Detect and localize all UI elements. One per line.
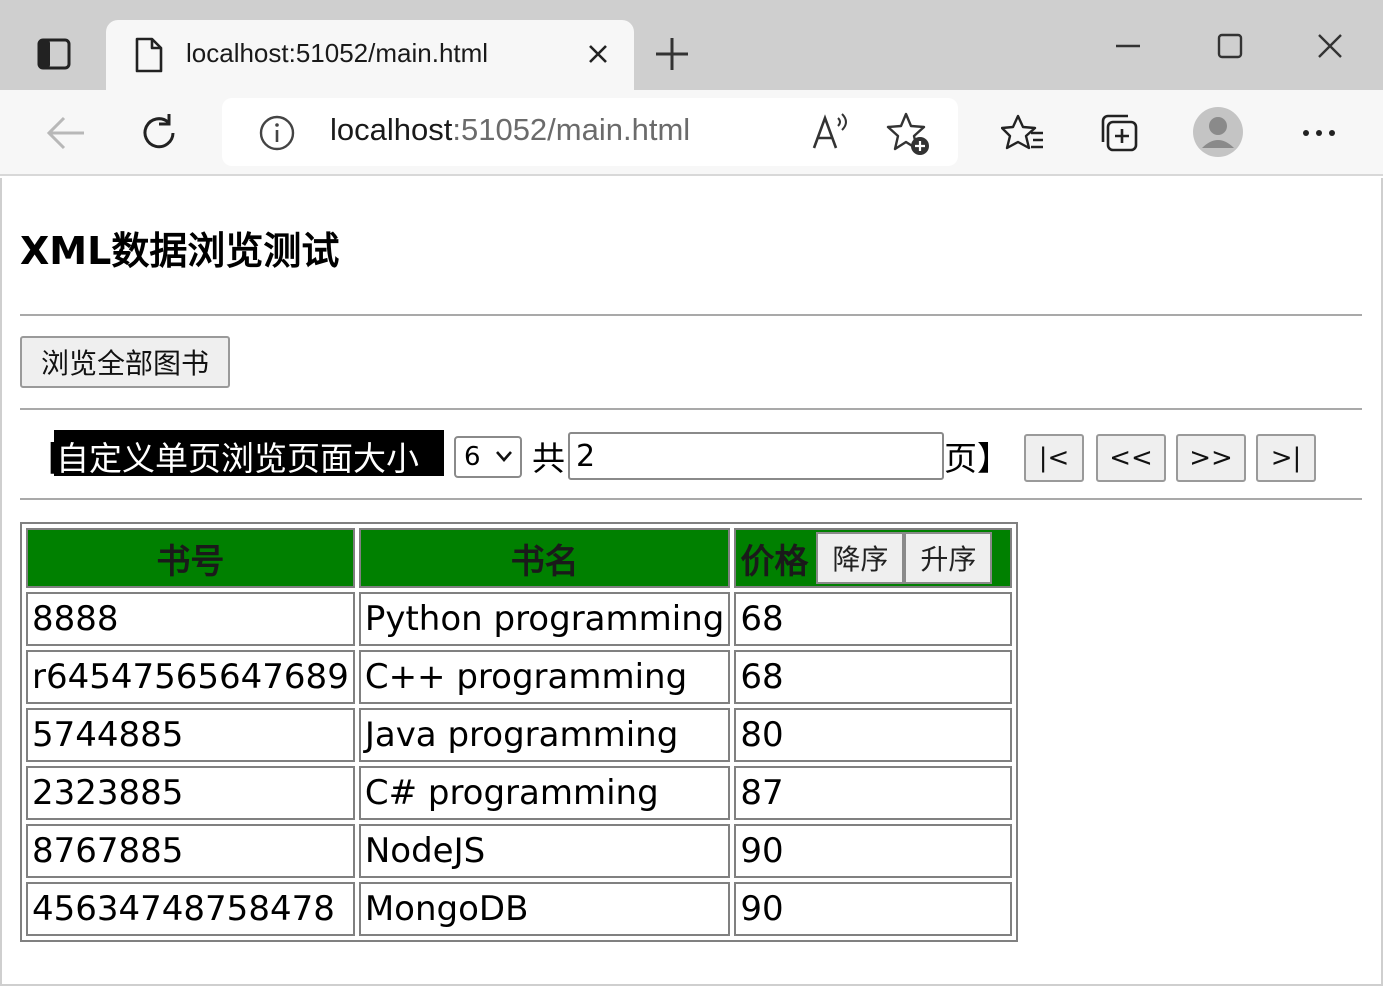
header-book-name: 书名 bbox=[358, 528, 731, 588]
more-icon bbox=[1303, 130, 1335, 136]
cell-price: 90 bbox=[734, 882, 1013, 936]
table-row: 8888 Python programming 68 bbox=[26, 592, 1013, 646]
cell-book-name: C# programming bbox=[358, 766, 731, 820]
maximize-icon[interactable] bbox=[1214, 30, 1246, 62]
header-price: 价格 降序 升序 bbox=[734, 528, 1013, 588]
cell-book-id: 2323885 bbox=[26, 766, 355, 820]
table-row: 2323885 C# programming 87 bbox=[26, 766, 1013, 820]
favorites-button[interactable] bbox=[996, 106, 1050, 160]
back-icon bbox=[46, 116, 84, 150]
first-page-button[interactable]: |< bbox=[1024, 434, 1084, 482]
profile-icon bbox=[1193, 107, 1243, 157]
reload-icon bbox=[143, 114, 175, 149]
more-button[interactable] bbox=[1292, 106, 1346, 160]
chevron-down-icon bbox=[496, 451, 512, 462]
page-size-label: 自定义单页浏览页面大小 bbox=[54, 430, 444, 476]
table-header-row: 书号 书名 价格 降序 升序 bbox=[26, 528, 1013, 588]
page-icon bbox=[135, 37, 163, 73]
browse-all-books-button[interactable]: 浏览全部图书 bbox=[20, 336, 230, 388]
divider bbox=[20, 314, 1362, 316]
table-row: r64547565647689 C++ programming 68 bbox=[26, 650, 1013, 704]
header-price-label: 价格 bbox=[740, 541, 809, 582]
total-pages-input[interactable] bbox=[568, 432, 944, 480]
back-button[interactable] bbox=[38, 106, 92, 160]
table-row: 45634748758478 MongoDB 90 bbox=[26, 882, 1013, 936]
pager-bar: 【 自定义单页浏览页面大小 6 共 页】 |< << >> >| bbox=[20, 430, 1350, 486]
divider bbox=[20, 498, 1362, 500]
cell-price: 68 bbox=[734, 650, 1013, 704]
cell-book-name: NodeJS bbox=[358, 824, 731, 878]
last-page-button[interactable]: >| bbox=[1256, 434, 1316, 482]
sort-descending-button[interactable]: 降序 bbox=[816, 532, 905, 584]
cell-book-id: r64547565647689 bbox=[26, 650, 355, 704]
table-row: 8767885 NodeJS 90 bbox=[26, 824, 1013, 878]
add-favorite-icon[interactable] bbox=[886, 110, 934, 158]
cell-book-name: Java programming bbox=[358, 708, 731, 762]
browser-toolbar: localhost:51052/main.html bbox=[0, 90, 1383, 176]
window-close-icon[interactable] bbox=[1314, 30, 1346, 62]
cell-price: 87 bbox=[734, 766, 1013, 820]
read-aloud-icon[interactable] bbox=[810, 110, 858, 154]
tab-strip: localhost:51052/main.html bbox=[0, 0, 1383, 92]
books-table: 书号 书名 价格 降序 升序 8888 Python programming 6… bbox=[20, 522, 1019, 942]
previous-page-button[interactable]: << bbox=[1096, 434, 1166, 482]
minimize-icon[interactable] bbox=[1112, 30, 1144, 62]
cell-price: 80 bbox=[734, 708, 1013, 762]
address-bar[interactable]: localhost:51052/main.html bbox=[222, 98, 958, 166]
pages-suffix: 页】 bbox=[944, 439, 1010, 478]
cell-book-id: 45634748758478 bbox=[26, 882, 355, 936]
header-book-id: 书号 bbox=[26, 528, 355, 588]
page-title: XML数据浏览测试 bbox=[20, 229, 340, 273]
page-size-select[interactable]: 6 bbox=[454, 436, 522, 478]
total-label: 共 bbox=[532, 439, 565, 478]
cell-book-name: C++ programming bbox=[358, 650, 731, 704]
cell-book-name: MongoDB bbox=[358, 882, 731, 936]
url-text[interactable]: localhost:51052/main.html bbox=[330, 112, 690, 148]
cell-book-id: 8888 bbox=[26, 592, 355, 646]
close-icon[interactable] bbox=[584, 40, 612, 68]
tab-actions-icon bbox=[37, 38, 71, 70]
page-size-value: 6 bbox=[464, 442, 481, 472]
info-icon[interactable] bbox=[258, 114, 296, 152]
tab-title: localhost:51052/main.html bbox=[186, 38, 489, 68]
cell-price: 68 bbox=[734, 592, 1013, 646]
active-tab[interactable]: localhost:51052/main.html bbox=[106, 20, 634, 92]
collections-button[interactable] bbox=[1092, 106, 1146, 160]
window-border bbox=[0, 178, 2, 986]
next-page-button[interactable]: >> bbox=[1176, 434, 1246, 482]
tab-actions-button[interactable] bbox=[22, 22, 86, 86]
page-content: XML数据浏览测试 浏览全部图书 【 自定义单页浏览页面大小 6 共 页】 |<… bbox=[0, 178, 1383, 986]
collections-icon bbox=[1101, 114, 1138, 152]
profile-button[interactable] bbox=[1190, 104, 1246, 160]
plus-icon[interactable] bbox=[652, 34, 692, 74]
table-row: 5744885 Java programming 80 bbox=[26, 708, 1013, 762]
favorites-icon bbox=[1001, 114, 1043, 150]
cell-book-name: Python programming bbox=[358, 592, 731, 646]
sort-ascending-button[interactable]: 升序 bbox=[904, 532, 993, 584]
cell-price: 90 bbox=[734, 824, 1013, 878]
cell-book-id: 5744885 bbox=[26, 708, 355, 762]
divider bbox=[20, 408, 1362, 410]
cell-book-id: 8767885 bbox=[26, 824, 355, 878]
reload-button[interactable] bbox=[132, 106, 186, 160]
